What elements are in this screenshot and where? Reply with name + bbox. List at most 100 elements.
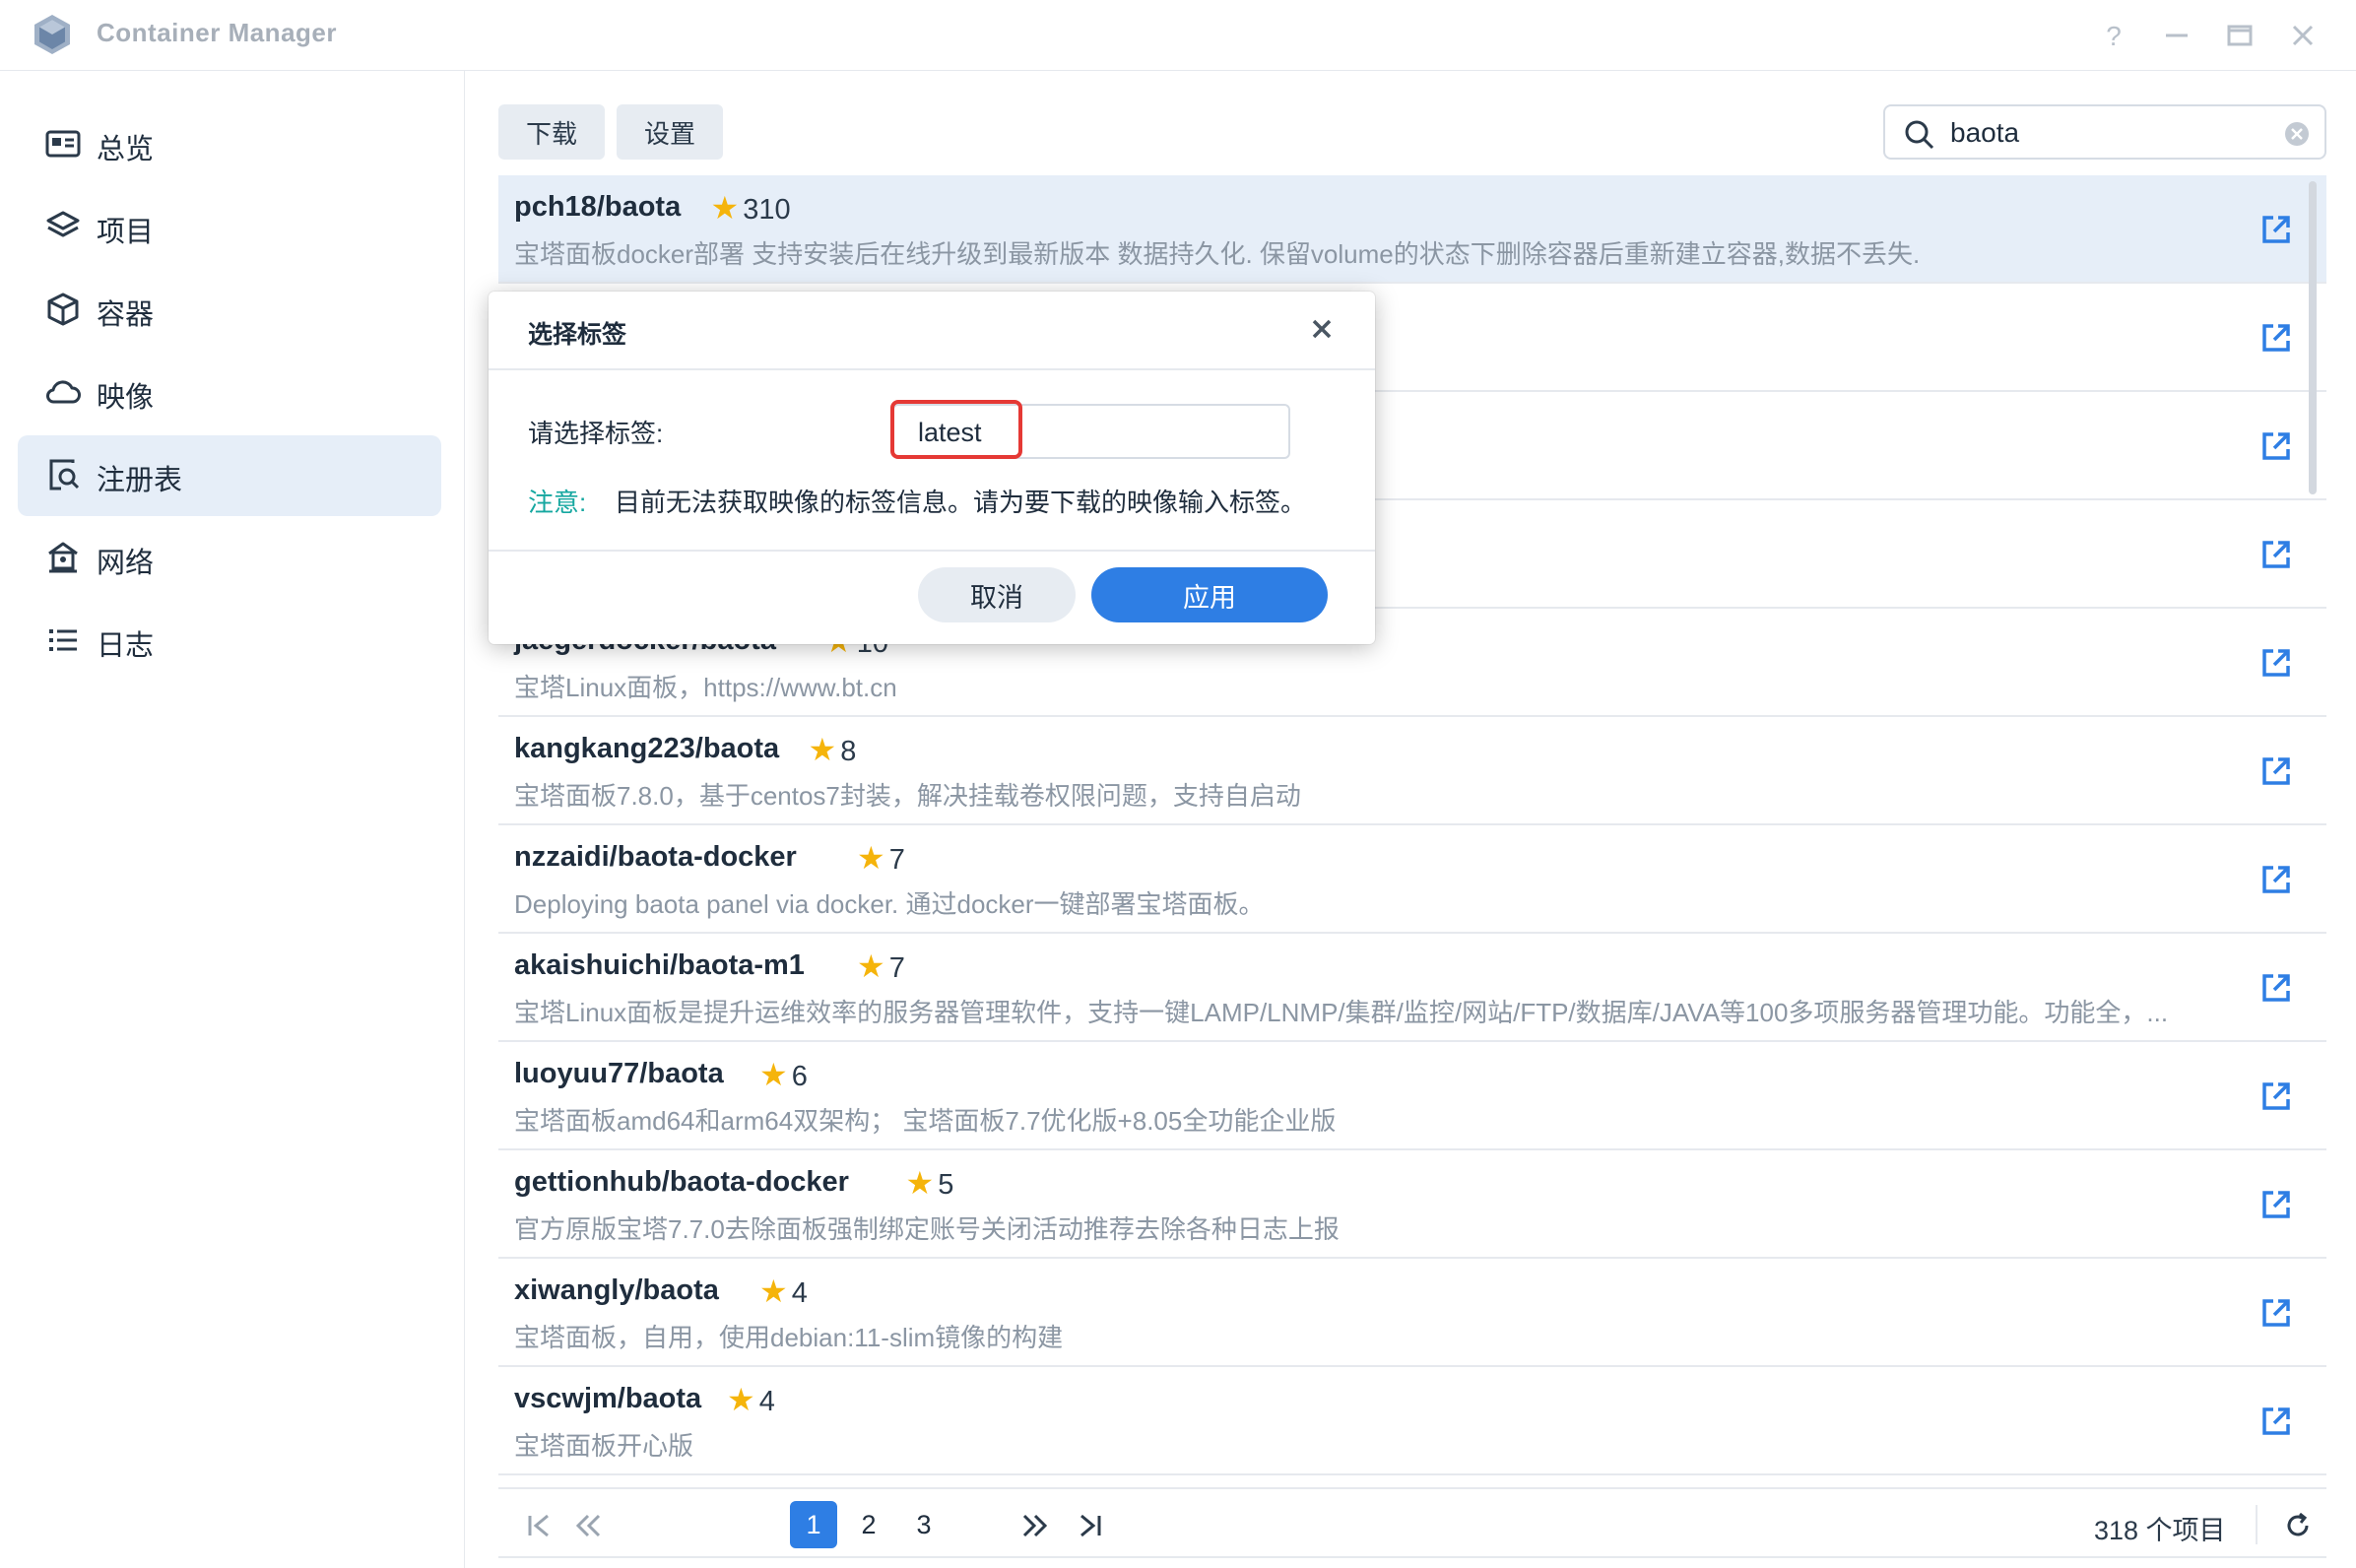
- sidebar-item-containers[interactable]: 容器: [18, 270, 441, 351]
- page-1-button[interactable]: 1: [790, 1501, 837, 1548]
- image-name: kangkang223/baota: [514, 733, 780, 764]
- maximize-icon[interactable]: [2218, 14, 2261, 57]
- settings-button[interactable]: 设置: [617, 104, 723, 160]
- star-rating: ★ 4: [727, 1381, 775, 1418]
- external-link-icon[interactable]: [2258, 1403, 2295, 1440]
- sidebar-item-label: 网络: [97, 548, 155, 579]
- star-icon: ★: [857, 948, 885, 984]
- registry-row[interactable]: vscwjm/baota ★ 4 宝塔面板开心版: [498, 1367, 2326, 1475]
- star-count: 5: [938, 1169, 954, 1201]
- sidebar-item-logs[interactable]: 日志: [18, 601, 441, 682]
- image-name: gettionhub/baota-docker: [514, 1166, 849, 1198]
- cube-icon: [43, 290, 83, 329]
- tag-input[interactable]: [918, 414, 1253, 451]
- overview-card-icon: [43, 124, 83, 163]
- registry-row[interactable]: gettionhub/baota-docker ★ 5 官方原版宝塔7.7.0去除面板…: [498, 1150, 2326, 1259]
- external-link-icon[interactable]: [2258, 644, 2295, 682]
- cloud-icon: [43, 372, 83, 412]
- container-manager-logo-icon: [30, 12, 75, 57]
- image-name: nzzaidi/baota-docker: [514, 841, 797, 873]
- image-name: xiwangly/baota: [514, 1274, 719, 1306]
- star-icon: ★: [808, 732, 837, 767]
- sidebar-item-overview[interactable]: 总览: [18, 104, 441, 185]
- title-bar: Container Manager ?: [0, 0, 2356, 71]
- help-icon[interactable]: ?: [2092, 14, 2135, 57]
- star-rating: ★ 8: [809, 731, 857, 768]
- app-title: Container Manager: [97, 18, 337, 47]
- image-description: 宝塔面板7.8.0，基于centos7封装，解决挂载卷权限问题，支持自启动: [514, 781, 1301, 811]
- layers-icon: [43, 207, 83, 246]
- image-description: 宝塔Linux面板，https://www.bt.cn: [514, 673, 897, 702]
- star-icon: ★: [710, 190, 740, 226]
- first-page-icon[interactable]: [522, 1509, 556, 1542]
- star-rating: ★ 7: [857, 839, 905, 877]
- star-rating: ★ 5: [906, 1164, 954, 1202]
- apply-button[interactable]: 应用: [1091, 567, 1328, 622]
- tag-field[interactable]: [892, 404, 1290, 459]
- refresh-icon[interactable]: [2281, 1509, 2315, 1542]
- registry-row[interactable]: akaishuichi/baota-m1 ★ 7 宝塔Linux面板是提升运维效率的服…: [498, 934, 2326, 1042]
- sidebar-item-label: 映像: [97, 382, 155, 414]
- previous-page-icon[interactable]: [571, 1509, 605, 1542]
- note-text: 目前无法获取映像的标签信息。请为要下载的映像输入标签。: [615, 488, 1307, 517]
- cancel-button[interactable]: 取消: [918, 567, 1076, 622]
- registry-row[interactable]: luoyuu77/baota ★ 6 宝塔面板amd64和arm64双架构； 宝塔面板…: [498, 1042, 2326, 1150]
- select-tag-dialog: 选择标签 请选择标签: 注意: 目前无法获取映像的标签信息。请为要下载的映像输入…: [489, 292, 1375, 644]
- image-name: pch18/baota: [514, 191, 682, 223]
- star-count: 310: [743, 194, 791, 226]
- dialog-close-icon[interactable]: [1304, 311, 1340, 347]
- external-link-icon[interactable]: [2258, 752, 2295, 790]
- external-link-icon[interactable]: [2258, 319, 2295, 357]
- last-page-icon[interactable]: [1074, 1509, 1107, 1542]
- sidebar-item-label: 容器: [97, 299, 155, 331]
- star-count: 7: [888, 952, 905, 984]
- star-rating: ★ 7: [857, 947, 905, 985]
- registry-row[interactable]: kangkang223/baota ★ 8 宝塔面板7.8.0，基于centos7封装…: [498, 717, 2326, 825]
- sidebar-item-label: 注册表: [97, 465, 183, 496]
- external-link-icon[interactable]: [2258, 211, 2295, 248]
- star-rating: ★ 310: [711, 189, 791, 227]
- external-link-icon[interactable]: [2258, 969, 2295, 1007]
- registry-row[interactable]: xiwangly/baota ★ 4 宝塔面板，自用，使用debian:11-slim…: [498, 1259, 2326, 1367]
- image-description: 宝塔Linux面板是提升运维效率的服务器管理软件，支持一键LAMP/LNMP/集…: [514, 998, 2169, 1027]
- page-2-button[interactable]: 2: [845, 1501, 892, 1548]
- svg-text:?: ?: [2106, 21, 2122, 51]
- registry-row[interactable]: nzzaidi/baota-docker ★ 7 Deploying baota pa…: [498, 825, 2326, 934]
- external-link-icon[interactable]: [2258, 1294, 2295, 1332]
- minimize-icon[interactable]: [2155, 14, 2198, 57]
- sidebar-item-network[interactable]: 网络: [18, 518, 441, 599]
- external-link-icon[interactable]: [2258, 1186, 2295, 1223]
- registry-row[interactable]: pch18/baota ★ 310 宝塔面板docker部署 支持安装后在线升级到最新…: [498, 175, 2326, 284]
- image-description: 宝塔面板docker部署 支持安装后在线升级到最新版本 数据持久化. 保留vol…: [514, 239, 1921, 269]
- note-label: 注意:: [528, 488, 587, 517]
- next-page-icon[interactable]: [1018, 1509, 1052, 1542]
- star-count: 4: [791, 1277, 808, 1309]
- star-icon: ★: [905, 1165, 935, 1201]
- star-count: 6: [791, 1061, 808, 1092]
- clear-search-icon[interactable]: [2283, 120, 2311, 148]
- external-link-icon[interactable]: [2258, 861, 2295, 898]
- external-link-icon[interactable]: [2258, 427, 2295, 465]
- star-rating: ★ 4: [759, 1273, 808, 1310]
- star-icon: ★: [759, 1057, 788, 1092]
- search-field[interactable]: [1883, 104, 2326, 160]
- search-input[interactable]: [1950, 114, 2265, 152]
- image-description: 官方原版宝塔7.7.0去除面板强制绑定账号关闭活动推荐去除各种日志上报: [514, 1214, 1340, 1244]
- sidebar-item-projects[interactable]: 项目: [18, 187, 441, 268]
- sidebar-item-registry[interactable]: 注册表: [18, 435, 441, 516]
- external-link-icon[interactable]: [2258, 536, 2295, 573]
- external-link-icon[interactable]: [2258, 1078, 2295, 1115]
- image-name: vscwjm/baota: [514, 1383, 702, 1414]
- star-count: 8: [840, 736, 857, 767]
- tag-label: 请选择标签:: [528, 419, 664, 448]
- search-icon: [1903, 118, 1936, 152]
- close-icon[interactable]: [2281, 14, 2324, 57]
- star-count: 7: [888, 844, 905, 876]
- sidebar-item-images[interactable]: 映像: [18, 353, 441, 433]
- page-3-button[interactable]: 3: [900, 1501, 948, 1548]
- star-icon: ★: [857, 840, 885, 876]
- list-scrollbar[interactable]: [2309, 181, 2317, 494]
- download-button[interactable]: 下载: [498, 104, 605, 160]
- registry-search-icon: [43, 455, 83, 494]
- star-icon: ★: [759, 1274, 788, 1309]
